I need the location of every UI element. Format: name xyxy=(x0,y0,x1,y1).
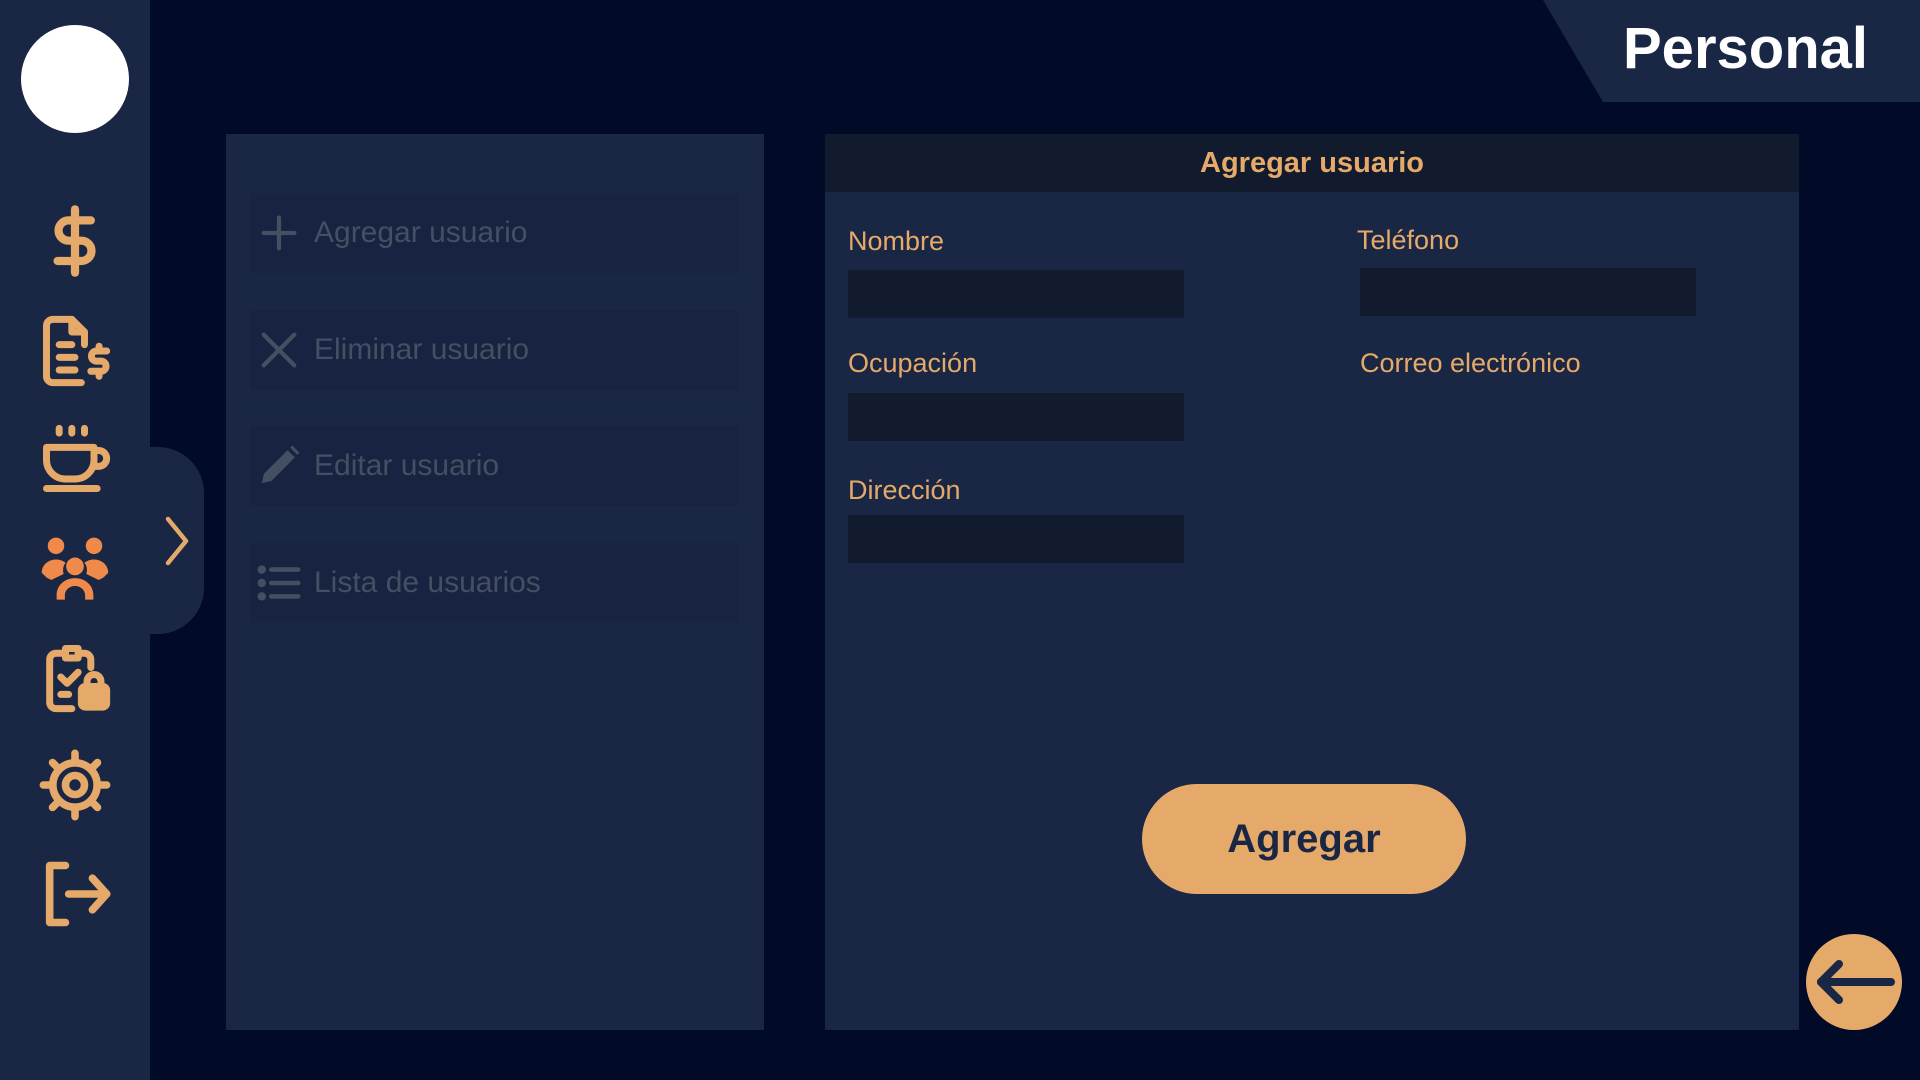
ocupacion-field[interactable] xyxy=(848,393,1184,441)
menu-item-edit-user[interactable]: Editar usuario xyxy=(251,426,739,506)
menu-item-add-user[interactable]: Agregar usuario xyxy=(251,193,739,273)
ocupacion-label: Ocupación xyxy=(848,348,978,378)
telefono-field[interactable] xyxy=(1360,268,1696,316)
nav-personal-button[interactable] xyxy=(35,528,115,608)
close-icon xyxy=(261,332,297,368)
telefono-label: Teléfono xyxy=(1357,225,1460,255)
add-button[interactable]: Agregar xyxy=(1142,784,1466,894)
nav-settings-button[interactable] xyxy=(35,745,115,825)
list-icon xyxy=(257,565,301,601)
direccion-field[interactable] xyxy=(848,515,1184,563)
coffee-icon xyxy=(43,424,111,492)
direccion-label: Dirección xyxy=(848,475,961,505)
add-user-form: Agregar usuario Nombre Teléfono Ocupació… xyxy=(825,134,1799,1030)
action-menu-panel: Agregar usuario Eliminar usuario Editar … xyxy=(226,134,764,1030)
nav-invoices-button[interactable] xyxy=(35,311,115,391)
invoice-icon xyxy=(43,315,111,387)
clipboard-lock-icon xyxy=(46,645,111,713)
logout-icon xyxy=(45,861,111,927)
nav-cafeteria-button[interactable] xyxy=(35,420,115,500)
nombre-label: Nombre xyxy=(848,226,945,256)
nav-logout-button[interactable] xyxy=(35,854,115,934)
menu-item-label: Eliminar usuario xyxy=(314,333,530,366)
menu-item-label: Agregar usuario xyxy=(314,216,528,249)
expand-sidebar-button[interactable] xyxy=(150,447,204,634)
page-title-banner: Personal xyxy=(1543,0,1920,102)
avatar[interactable] xyxy=(21,25,129,133)
menu-item-label: Lista de usuarios xyxy=(314,566,541,599)
arrow-left-icon xyxy=(1817,960,1895,1004)
plus-icon xyxy=(261,215,297,251)
form-title: Agregar usuario xyxy=(825,134,1799,192)
sidebar xyxy=(0,0,150,1080)
page-title: Personal xyxy=(1623,16,1868,81)
chevron-right-icon xyxy=(165,516,189,565)
dollar-icon xyxy=(53,205,96,277)
nav-finance-button[interactable] xyxy=(35,201,115,281)
team-icon xyxy=(41,537,109,600)
nombre-field[interactable] xyxy=(848,270,1184,318)
correo-label: Correo electrónico xyxy=(1360,348,1581,378)
menu-item-delete-user[interactable]: Eliminar usuario xyxy=(251,310,739,390)
back-button[interactable] xyxy=(1806,934,1902,1030)
pencil-icon xyxy=(261,445,300,484)
settings-icon xyxy=(39,749,111,821)
menu-item-label: Editar usuario xyxy=(314,449,500,482)
menu-item-user-list[interactable]: Lista de usuarios xyxy=(251,543,739,623)
nav-tasks-button[interactable] xyxy=(35,637,115,717)
